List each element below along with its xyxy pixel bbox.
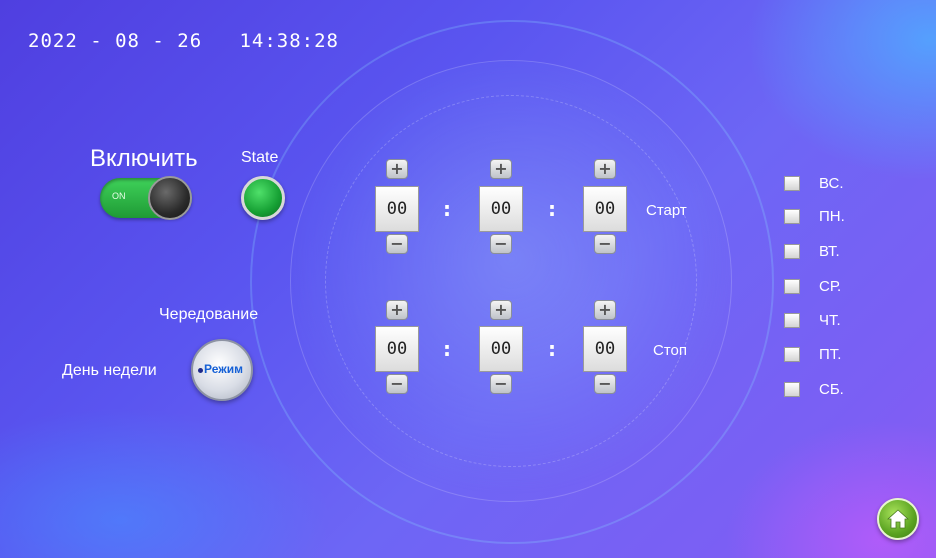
start-colon-1: : xyxy=(443,197,451,221)
start-minutes-field[interactable]: 00 xyxy=(479,186,523,232)
switch-on-text: ON xyxy=(112,191,126,201)
stop-label: Стоп xyxy=(653,342,687,359)
day-checkbox-fri[interactable] xyxy=(784,347,800,362)
day-label-sat: СБ. xyxy=(819,381,844,398)
day-label-thu: ЧТ. xyxy=(819,312,841,329)
day-label-tue: ВТ. xyxy=(819,243,840,260)
stop-seconds-field[interactable]: 00 xyxy=(583,326,627,372)
stop-hours-minus-button[interactable]: − xyxy=(386,374,408,394)
alternation-label: Чередование xyxy=(159,306,259,323)
start-seconds-field[interactable]: 00 xyxy=(583,186,627,232)
day-checkbox-sun[interactable] xyxy=(784,176,800,191)
stop-seconds-plus-button[interactable]: + xyxy=(594,300,616,320)
start-minutes-minus-button[interactable]: − xyxy=(490,234,512,254)
start-hours-minus-button[interactable]: − xyxy=(386,234,408,254)
state-label: State xyxy=(241,149,279,166)
day-label-mon: ПН. xyxy=(819,208,845,225)
day-label-wed: СР. xyxy=(819,278,842,295)
timer-settings-screen: 2022 - 08 - 26 14:38:28 Включить ON Stat… xyxy=(0,0,936,558)
home-icon xyxy=(887,509,909,529)
mode-button[interactable]: Режим xyxy=(191,339,253,401)
enable-switch[interactable]: ON xyxy=(100,176,192,220)
start-seconds-minus-button[interactable]: − xyxy=(594,234,616,254)
day-checkbox-thu[interactable] xyxy=(784,313,800,328)
home-button[interactable] xyxy=(877,498,919,540)
day-label-sun: ВС. xyxy=(819,175,844,192)
datetime-display: 2022 - 08 - 26 14:38:28 xyxy=(28,30,339,52)
start-hours-field[interactable]: 00 xyxy=(375,186,419,232)
stop-minutes-plus-button[interactable]: + xyxy=(490,300,512,320)
start-hours-plus-button[interactable]: + xyxy=(386,159,408,179)
enable-label: Включить xyxy=(90,145,198,172)
day-checkbox-wed[interactable] xyxy=(784,279,800,294)
start-label: Старт xyxy=(646,202,687,219)
stop-seconds-minus-button[interactable]: − xyxy=(594,374,616,394)
stop-hours-plus-button[interactable]: + xyxy=(386,300,408,320)
start-minutes-plus-button[interactable]: + xyxy=(490,159,512,179)
start-seconds-plus-button[interactable]: + xyxy=(594,159,616,179)
stop-colon-2: : xyxy=(548,337,556,361)
stop-minutes-field[interactable]: 00 xyxy=(479,326,523,372)
day-label-fri: ПТ. xyxy=(819,346,842,363)
stop-colon-1: : xyxy=(443,337,451,361)
stop-hours-field[interactable]: 00 xyxy=(375,326,419,372)
stop-minutes-minus-button[interactable]: − xyxy=(490,374,512,394)
day-checkbox-tue[interactable] xyxy=(784,244,800,259)
weekday-label: День недели xyxy=(62,362,157,379)
switch-knob[interactable] xyxy=(148,176,192,220)
day-checkbox-sat[interactable] xyxy=(784,382,800,397)
decorative-inner-ring xyxy=(325,95,697,467)
day-checkbox-mon[interactable] xyxy=(784,209,800,224)
start-colon-2: : xyxy=(548,197,556,221)
state-indicator-icon xyxy=(241,176,285,220)
mode-indicator-dot xyxy=(198,368,203,373)
mode-button-label: Режим xyxy=(204,362,243,376)
